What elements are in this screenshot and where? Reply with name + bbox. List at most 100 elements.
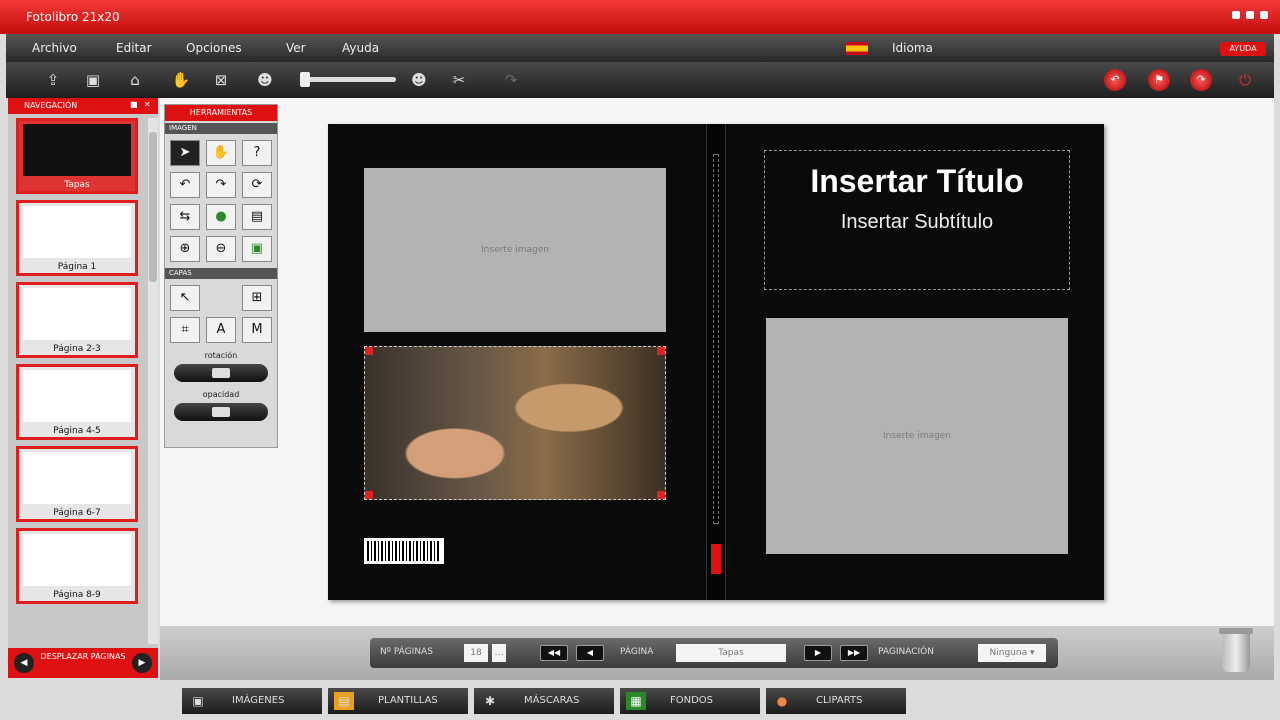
mother-baby-photo[interactable]	[364, 346, 666, 500]
resize-handle[interactable]	[657, 347, 665, 355]
front-cover-image-placeholder[interactable]: Inserte imagen	[766, 318, 1068, 554]
thumbnail-label: Página 4-5	[53, 426, 101, 436]
zoom-out-person-icon[interactable]: ☻	[254, 70, 276, 90]
opacity-slider[interactable]	[174, 403, 268, 421]
resize-handle[interactable]	[365, 491, 373, 499]
crop-frame-icon[interactable]: ⌗	[170, 317, 200, 343]
menu-editar[interactable]: Editar	[116, 41, 152, 55]
pin-icon[interactable]: ■	[130, 100, 140, 110]
add-image-frame-icon[interactable]: ⊞	[242, 285, 272, 311]
folder-icon[interactable]: ▣	[82, 70, 104, 90]
flag-red-icon[interactable]: ⚑	[1148, 69, 1170, 91]
scroll-next-icon[interactable]: ▶	[132, 653, 152, 673]
add-text-icon[interactable]: A	[206, 317, 236, 343]
menu-ayuda[interactable]: Ayuda	[342, 41, 379, 55]
book-spine[interactable]	[706, 124, 726, 600]
close-icon[interactable]	[1260, 11, 1268, 19]
resize-handle[interactable]	[365, 347, 373, 355]
cover-title[interactable]: Insertar Título	[765, 163, 1069, 200]
pages-count-field[interactable]: 18	[464, 644, 488, 662]
thumbnail-page-4-5[interactable]: Página 4-5	[16, 364, 138, 440]
power-icon[interactable]: ⏻	[1234, 70, 1256, 90]
tab-plantillas[interactable]: ▤ PLANTILLAS	[328, 688, 468, 714]
next-page-button[interactable]: ▶	[804, 645, 832, 661]
opacity-slider-handle[interactable]	[212, 407, 230, 417]
image-section-header: IMAGEN	[165, 123, 277, 134]
navigation-title: NAVEGACIÓN	[24, 101, 78, 110]
images-icon: ▣	[192, 694, 204, 708]
export-icon[interactable]: ⇪	[42, 70, 64, 90]
image-info-icon[interactable]: ▤	[242, 204, 272, 230]
zoom-in-person-icon[interactable]: ☻	[408, 70, 430, 90]
resource-tabs: ▣ IMÁGENES ▤ PLANTILLAS ✱ MÁSCARAS ▦ FON…	[182, 688, 912, 714]
redo-icon[interactable]: ↷	[500, 70, 522, 90]
thumbnail-page-1[interactable]: Página 1	[16, 200, 138, 276]
last-page-button[interactable]: ▶▶	[840, 645, 868, 661]
rotation-slider-handle[interactable]	[212, 368, 230, 378]
tab-cliparts[interactable]: ● CLIPARTS	[766, 688, 906, 714]
cut-icon[interactable]: ✂	[448, 70, 470, 90]
zoom-in-icon[interactable]: ⊕	[170, 236, 200, 262]
layer-select-icon[interactable]: ↖	[170, 285, 200, 311]
current-page-field[interactable]: Tapas	[676, 644, 786, 662]
first-page-button[interactable]: ◀◀	[540, 645, 568, 661]
cover-subtitle[interactable]: Insertar Subtítulo	[765, 211, 1069, 234]
pagination-select[interactable]: Ninguna ▾	[978, 644, 1046, 662]
scroll-prev-icon[interactable]: ◀	[14, 653, 34, 673]
trash-icon[interactable]	[1219, 628, 1253, 672]
color-icon[interactable]: ●	[206, 204, 236, 230]
thumbnail-label: Página 8-9	[53, 590, 101, 600]
tab-fondos[interactable]: ▦ FONDOS	[620, 688, 760, 714]
thumbnail-preview	[23, 370, 131, 422]
menu-opciones[interactable]: Opciones	[186, 41, 242, 55]
language-menu[interactable]: Idioma	[892, 41, 933, 55]
layers-section-header: CAPAS	[165, 268, 277, 279]
thumbnail-page-8-9[interactable]: Página 8-9	[16, 528, 138, 604]
thumbnail-label: Página 1	[57, 262, 97, 272]
spine-text-area[interactable]	[713, 154, 719, 524]
text-style-icon[interactable]: M	[242, 317, 272, 343]
tools-panel: HERRAMIENTAS IMAGEN ➤ ✋ ? ↶ ↷ ⟳ ⇆ ● ▤ ⊕ …	[164, 104, 278, 448]
forward-red-icon[interactable]: ↷	[1190, 69, 1212, 91]
zoom-slider-handle[interactable]	[300, 72, 310, 87]
prev-page-button[interactable]: ◀	[576, 645, 604, 661]
zoom-slider[interactable]	[306, 77, 396, 82]
resize-handle[interactable]	[657, 491, 665, 499]
menu-archivo[interactable]: Archivo	[32, 41, 77, 55]
minimize-icon[interactable]	[1232, 11, 1240, 19]
pan-hand-icon[interactable]: ✋	[206, 140, 236, 166]
spain-flag-icon[interactable]	[846, 42, 868, 55]
refresh-icon[interactable]: ⟳	[242, 172, 272, 198]
title-text-box[interactable]: Insertar Título Insertar Subtítulo	[764, 150, 1070, 290]
hand-icon[interactable]: ✋	[170, 70, 192, 90]
thumbnail-tapas[interactable]: Tapas	[16, 118, 138, 194]
book-cover-spread[interactable]: Inserte imagen Insertar Título Insertar …	[328, 124, 1104, 600]
lock-icon[interactable]: ⌂	[124, 70, 146, 90]
menu-ver[interactable]: Ver	[286, 41, 306, 55]
help-icon[interactable]: ?	[242, 140, 272, 166]
navigation-scrollbar[interactable]	[148, 118, 158, 644]
tab-label: FONDOS	[670, 695, 714, 706]
thumbnail-page-6-7[interactable]: Página 6-7	[16, 446, 138, 522]
scrollbar-thumb[interactable]	[149, 132, 157, 282]
empty-slot	[206, 285, 236, 311]
help-badge[interactable]: AYUDA	[1220, 42, 1266, 56]
tab-imagenes[interactable]: ▣ IMÁGENES	[182, 688, 322, 714]
thumbnail-page-2-3[interactable]: Página 2-3	[16, 282, 138, 358]
back-cover-image-placeholder[interactable]: Inserte imagen	[364, 168, 666, 332]
window-controls	[1232, 11, 1268, 19]
thumbnail-preview	[23, 288, 131, 340]
tab-mascaras[interactable]: ✱ MÁSCARAS	[474, 688, 614, 714]
flip-image-icon[interactable]: ⇆	[170, 204, 200, 230]
back-red-icon[interactable]: ↶	[1104, 69, 1126, 91]
pages-count-dropdown[interactable]: …	[492, 644, 506, 662]
maximize-icon[interactable]	[1246, 11, 1254, 19]
rotate-left-icon[interactable]: ↶	[170, 172, 200, 198]
zoom-out-icon[interactable]: ⊖	[206, 236, 236, 262]
select-pointer-icon[interactable]: ➤	[170, 140, 200, 166]
grid-icon[interactable]: ⊠	[210, 70, 232, 90]
rotation-slider[interactable]	[174, 364, 268, 382]
close-panel-icon[interactable]: ✕	[144, 100, 154, 110]
fit-image-icon[interactable]: ▣	[242, 236, 272, 262]
rotate-right-icon[interactable]: ↷	[206, 172, 236, 198]
